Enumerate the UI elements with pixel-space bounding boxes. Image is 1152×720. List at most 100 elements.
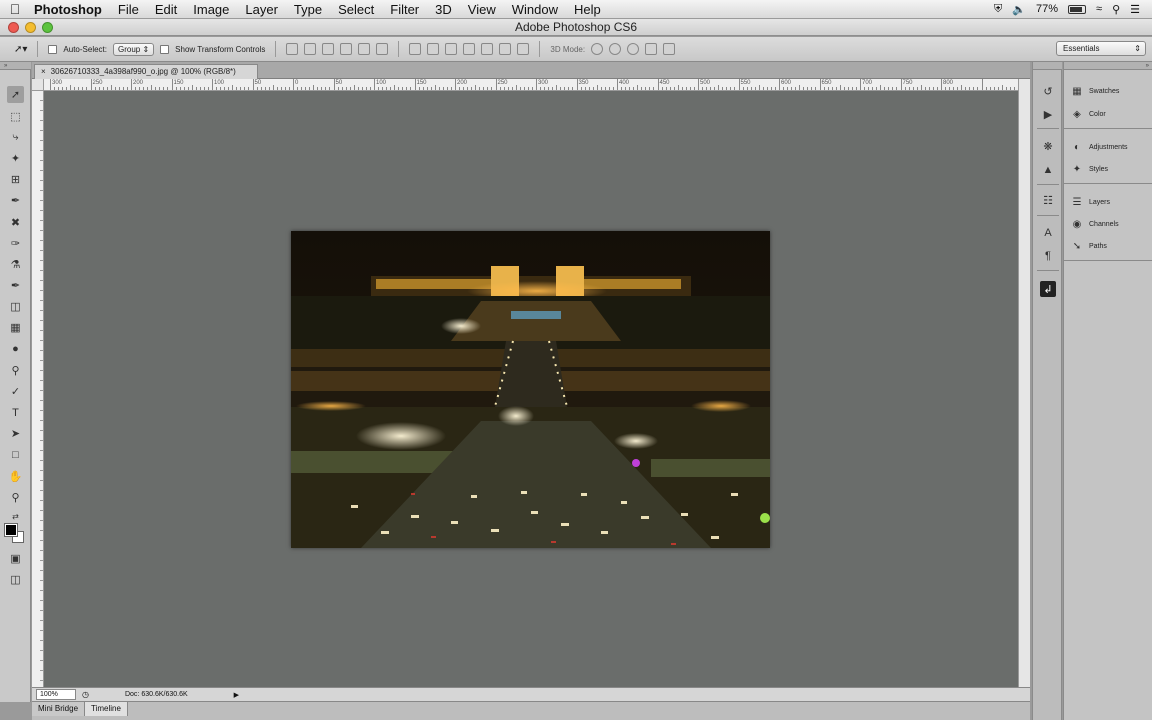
menu-edit[interactable]: Edit <box>147 2 185 17</box>
apple-menu-icon[interactable]:  <box>0 1 30 17</box>
close-window-button[interactable] <box>8 22 19 33</box>
align-right-icon[interactable] <box>376 43 389 55</box>
close-document-icon[interactable]: × <box>41 67 46 76</box>
menu-view[interactable]: View <box>460 2 504 17</box>
move-tool-preset-icon[interactable]: ➚▾ <box>14 44 27 55</box>
menu-window[interactable]: Window <box>504 2 566 17</box>
panel-color[interactable]: ◈ Color <box>1070 106 1150 122</box>
path-selection-tool-icon[interactable]: ➤ <box>7 425 24 442</box>
align-vertical-center-icon[interactable] <box>304 43 317 55</box>
brush-settings-panel-icon[interactable]: ❋ <box>1040 138 1056 154</box>
align-horizontal-center-icon[interactable] <box>358 43 371 55</box>
menu-select[interactable]: Select <box>330 2 382 17</box>
auto-align-layers-icon[interactable] <box>517 43 530 55</box>
lasso-tool-icon[interactable]: ⤷ <box>7 129 24 146</box>
distribute-right-icon[interactable] <box>499 43 512 55</box>
menu-3d[interactable]: 3D <box>427 2 460 17</box>
brush-presets-panel-icon[interactable]: ▲ <box>1040 162 1056 178</box>
quick-selection-tool-icon[interactable]: ✦ <box>7 150 24 167</box>
distribute-hcenter-icon[interactable] <box>481 43 494 55</box>
gradient-tool-icon[interactable]: ▦ <box>7 319 24 336</box>
tab-mini-bridge[interactable]: Mini Bridge <box>32 702 86 716</box>
menu-filter[interactable]: Filter <box>382 2 427 17</box>
minimize-window-button[interactable] <box>25 22 36 33</box>
character-panel-icon[interactable]: A <box>1040 225 1056 241</box>
screen-mode-icon[interactable]: ◫ <box>7 571 24 588</box>
eraser-tool-icon[interactable]: ◫ <box>7 298 24 315</box>
auto-select-target-select[interactable]: Group ⇕ <box>112 42 155 56</box>
menu-app-photoshop[interactable]: Photoshop <box>30 2 110 17</box>
auto-select-checkbox[interactable] <box>48 44 58 54</box>
paris-night-photo[interactable] <box>291 231 770 548</box>
3d-drag-icon[interactable] <box>627 43 640 55</box>
swap-colors-icon[interactable]: ⇄ <box>7 508 24 525</box>
panel-paths[interactable]: ➘ Paths <box>1070 238 1150 254</box>
crop-tool-icon[interactable]: ⊞ <box>7 171 24 188</box>
menu-file[interactable]: File <box>110 2 147 17</box>
healing-brush-tool-icon[interactable]: ✖ <box>7 214 24 231</box>
menu-type[interactable]: Type <box>286 2 330 17</box>
workspace-switcher-select[interactable]: Essentials ⇕ <box>1056 41 1146 56</box>
align-top-icon[interactable] <box>286 43 299 55</box>
horizontal-ruler[interactable]: 300 250 200 150 100 50 0 50 100 150 200 250 300 350 40… <box>44 79 1018 91</box>
panel-styles[interactable]: ✦ Styles <box>1070 161 1150 177</box>
align-left-icon[interactable] <box>340 43 353 55</box>
panel-channels[interactable]: ◉ Channels <box>1070 216 1150 232</box>
distribute-bottom-icon[interactable] <box>445 43 458 55</box>
show-transform-controls-checkbox[interactable] <box>160 44 170 54</box>
brush-tool-icon[interactable]: ✑ <box>7 235 24 252</box>
dodge-tool-icon[interactable]: ⚲ <box>7 362 24 379</box>
shield-icon[interactable]: ⛨ <box>994 3 1002 16</box>
volume-icon[interactable]: 🔈 <box>1012 3 1026 16</box>
quick-mask-icon[interactable]: ▣ <box>7 550 24 567</box>
menu-image[interactable]: Image <box>185 2 237 17</box>
wifi-icon[interactable]: ≈ <box>1096 3 1102 15</box>
canvas-vertical-scrollbar[interactable] <box>1018 79 1030 687</box>
align-bottom-icon[interactable] <box>322 43 335 55</box>
3d-rotate-icon[interactable] <box>591 43 604 55</box>
status-menu-arrow-icon[interactable]: ▶ <box>234 691 239 699</box>
dock-grip[interactable] <box>1033 62 1062 70</box>
panel-adjustments[interactable]: ◐ Adjustments <box>1070 139 1150 155</box>
actions-panel-icon[interactable]: ▶ <box>1040 106 1056 122</box>
paragraph-panel-icon[interactable]: ¶ <box>1040 248 1056 264</box>
distribute-left-icon[interactable] <box>463 43 476 55</box>
hand-tool-icon[interactable]: ✋ <box>7 468 24 485</box>
properties-panel-icon[interactable]: ☷ <box>1040 192 1056 208</box>
zoom-tool-icon[interactable]: ⚲ <box>7 489 24 506</box>
marquee-tool-icon[interactable]: ⬚ <box>7 108 24 125</box>
3d-slide-icon[interactable] <box>645 43 658 55</box>
document-tab[interactable]: × 30626710333_4a398af990_o.jpg @ 100% (RG… <box>34 64 258 79</box>
spotlight-search-icon[interactable]: ⚲ <box>1112 3 1120 16</box>
3d-scale-icon[interactable] <box>663 43 676 55</box>
zoom-level-input[interactable]: 100% <box>36 689 76 700</box>
move-tool-icon[interactable]: ➚ <box>7 86 24 103</box>
tab-timeline[interactable]: Timeline <box>85 702 128 716</box>
tools-panel-grip[interactable]: » <box>0 62 31 70</box>
foreground-color-swatch[interactable] <box>4 523 18 537</box>
distribute-center-icon[interactable] <box>427 43 440 55</box>
blur-tool-icon[interactable]: ● <box>7 340 24 357</box>
menu-help[interactable]: Help <box>566 2 609 17</box>
menu-layer[interactable]: Layer <box>237 2 286 17</box>
eyedropper-tool-icon[interactable]: ✒ <box>7 192 24 209</box>
pen-tool-icon[interactable]: ✓ <box>7 383 24 400</box>
history-brush-tool-icon[interactable]: ✒ <box>7 277 24 294</box>
panel-layers[interactable]: ☰ Layers <box>1070 194 1150 210</box>
status-info-icon[interactable]: ◷ <box>82 690 89 699</box>
tool-presets-panel-icon[interactable]: ↲ <box>1040 281 1056 297</box>
vertical-ruler[interactable] <box>32 91 44 687</box>
notification-list-icon[interactable]: ☰ <box>1130 3 1140 16</box>
zoom-window-button[interactable] <box>42 22 53 33</box>
panel-swatches[interactable]: ▦ Swatches <box>1070 83 1150 99</box>
history-panel-icon[interactable]: ↺ <box>1040 83 1056 99</box>
distribute-top-icon[interactable] <box>409 43 422 55</box>
document-canvas[interactable] <box>44 91 1018 687</box>
rectangle-tool-icon[interactable]: □ <box>7 446 24 463</box>
panels-grip[interactable]: » <box>1064 62 1152 70</box>
type-tool-icon[interactable]: T <box>7 404 24 421</box>
clone-stamp-tool-icon[interactable]: ⚗ <box>7 256 24 273</box>
battery-icon[interactable] <box>1068 4 1087 14</box>
ruler-origin[interactable] <box>32 79 44 91</box>
3d-roll-icon[interactable] <box>609 43 622 55</box>
